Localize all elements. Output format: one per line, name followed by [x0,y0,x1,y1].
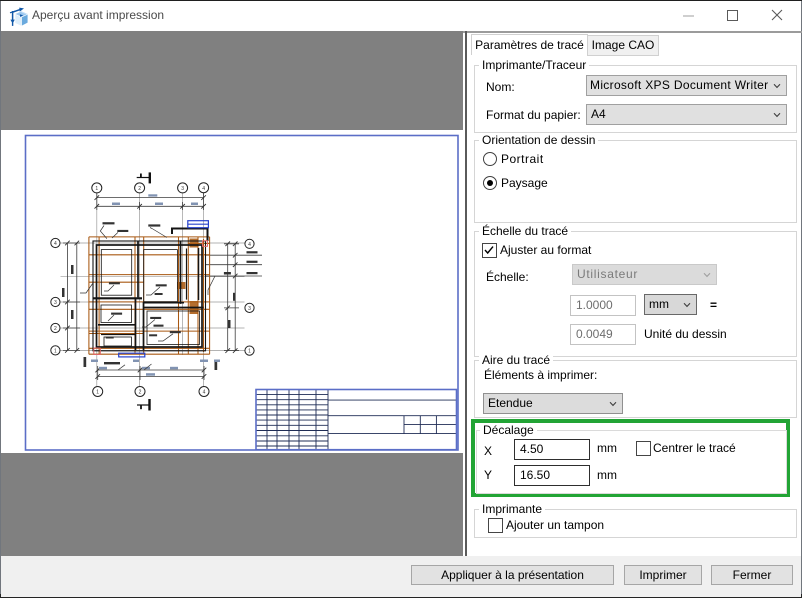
svg-text:4: 4 [248,242,251,248]
svg-text:4: 4 [202,186,205,192]
svg-text:3: 3 [181,186,184,192]
svg-text:2: 2 [139,390,142,396]
svg-text:1: 1 [96,390,99,396]
svg-text:1: 1 [248,349,251,355]
svg-text:1: 1 [54,349,57,355]
svg-text:3: 3 [54,300,57,306]
svg-text:2: 2 [138,186,141,192]
svg-text:1: 1 [95,186,98,192]
svg-text:4: 4 [54,241,57,247]
svg-text:4: 4 [203,390,206,396]
svg-text:3: 3 [248,306,251,312]
svg-text:2: 2 [54,326,57,332]
